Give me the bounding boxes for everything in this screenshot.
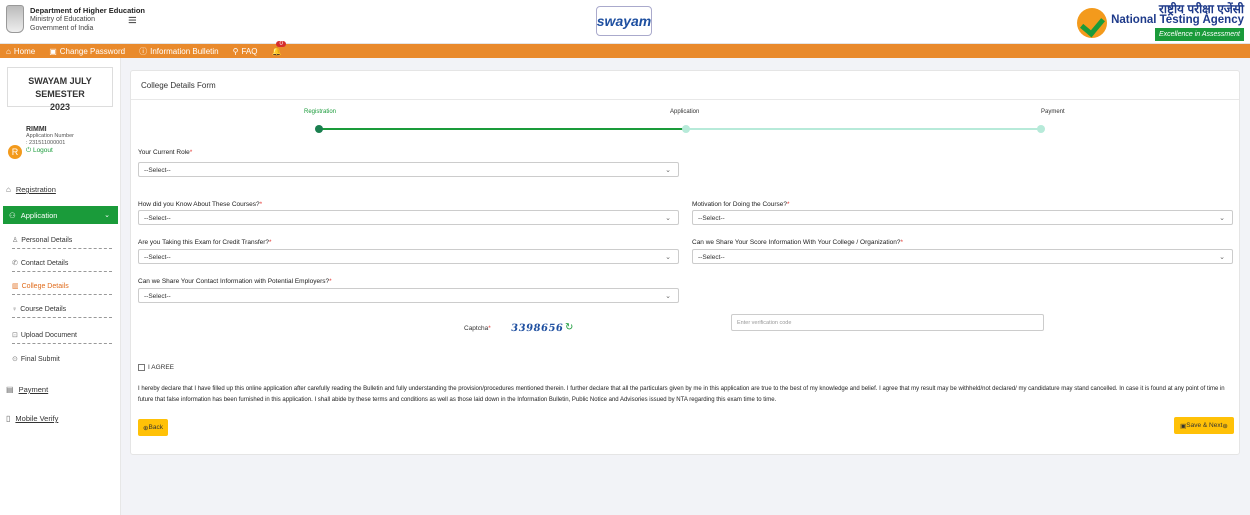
menu-toggle-icon[interactable]: ≡ (128, 12, 137, 29)
nta-english-name: National Testing Agency (1111, 14, 1244, 26)
sidebar-item-mobile-verify[interactable]: ▯ Mobile Verify (6, 414, 114, 423)
share-score-label: Can we Share Your Score Information With… (692, 239, 904, 246)
chevron-down-icon: ⌄ (665, 254, 671, 261)
nav-faq[interactable]: ⚲ FAQ (233, 47, 258, 56)
motivation-label: Motivation for Doing the Course?* (692, 201, 790, 208)
role-select[interactable]: --Select-- ⌄ (138, 162, 679, 177)
app-number-label: Application Number (26, 133, 74, 139)
chevron-down-icon: ⌄ (1219, 215, 1225, 222)
phone-icon: ✆ (12, 260, 18, 267)
step-dot-payment (1037, 125, 1045, 133)
person-icon: ♙ (12, 237, 19, 244)
sidebar-item-payment[interactable]: ▤ Payment (6, 385, 114, 394)
sidebar-sub-college[interactable]: ▥ College Details (12, 282, 112, 295)
share-contact-select[interactable]: --Select-- ⌄ (138, 288, 679, 303)
step-label-application: Application (670, 109, 700, 115)
notification-bell[interactable]: 🔔 0 (271, 40, 286, 56)
nta-check-icon (1077, 7, 1108, 38)
motivation-select[interactable]: --Select-- ⌄ (692, 210, 1233, 225)
semester-year: 2023 (49, 102, 71, 112)
credit-transfer-label: Are you Taking this Exam for Credit Tran… (138, 239, 272, 246)
captcha-input[interactable]: Enter verification code (731, 314, 1044, 331)
nav-information-bulletin[interactable]: ⓘ Information Bulletin (139, 46, 218, 57)
user-panel: R RIMMI Application Number : 23151100000… (8, 126, 74, 159)
app-number: : 231511000001 (26, 140, 66, 146)
semester-box: SWAYAM JULY SEMESTER 2023 (7, 67, 113, 112)
checkbox-box[interactable] (138, 364, 145, 371)
nav-home[interactable]: ⌂ Home (6, 47, 35, 56)
notification-count: 0 (276, 40, 286, 47)
faq-icon: ⚲ (232, 46, 239, 56)
chevron-down-icon: ⌄ (665, 167, 671, 174)
back-button[interactable]: ⊕ Back (138, 419, 168, 436)
nav-change-password[interactable]: ▣ Change Password (49, 47, 125, 56)
mobile-icon: ▯ (6, 414, 11, 423)
sidebar-sub-contact[interactable]: ✆ Contact Details (12, 259, 112, 272)
sidebar-sub-course[interactable]: ♀ Course Details (12, 306, 112, 318)
share-contact-label: Can we Share Your Contact Information wi… (138, 278, 332, 285)
bulb-icon: ♀ (12, 306, 18, 313)
swayam-logo: swayam (596, 6, 652, 36)
swayam-logo-text: swayam (596, 13, 652, 29)
college-details-card: College Details Form Registration Applic… (130, 70, 1240, 455)
declaration-text: I hereby declare that I have filled up t… (138, 386, 1225, 403)
info-icon: ⓘ (139, 46, 148, 56)
payment-icon: ▤ (6, 385, 14, 394)
building-icon: ▥ (12, 283, 19, 290)
lock-icon: ▣ (49, 46, 57, 56)
progress-fill (319, 128, 686, 130)
main-navbar: ⌂ Home ▣ Change Password ⓘ Information Bull… (0, 40, 1250, 58)
sidebar-sub-personal[interactable]: ♙ Personal Details (12, 236, 112, 249)
captcha-image: 3398656 (510, 323, 564, 334)
sidebar-sub-final-submit[interactable]: ⊙ Final Submit (12, 355, 112, 367)
nta-tagline: Excellence in Assessment (1154, 28, 1244, 41)
step-dot-registration (315, 125, 323, 133)
logout-link[interactable]: ⏻ Logout (26, 147, 74, 154)
home-icon: ⌂ (6, 185, 11, 194)
top-header: Department of Higher Education Ministry … (0, 0, 1250, 44)
national-emblem-icon (6, 5, 24, 33)
sidebar-sub-upload[interactable]: ⊡ Upload Document (12, 331, 112, 344)
chevron-down-icon: ⌄ (665, 215, 671, 222)
step-dot-application (682, 125, 690, 133)
sidebar: SWAYAM JULY SEMESTER 2023 R RIMMI Applic… (0, 58, 121, 515)
how-known-select[interactable]: --Select-- ⌄ (138, 210, 679, 225)
user-name: RIMMI (26, 126, 47, 133)
bell-icon: 🔔 (271, 46, 282, 56)
how-known-label: How did you Know About These Courses?* (138, 201, 263, 208)
sidebar-item-registration[interactable]: ⌂ Registration (6, 185, 114, 194)
user-add-icon: ⚇ (9, 210, 16, 220)
step-label-registration: Registration (304, 109, 337, 115)
save-next-button[interactable]: ▣ Save & Next ⊛ (1174, 417, 1234, 434)
chevron-down-icon: ⌄ (104, 212, 110, 219)
home-icon: ⌂ (6, 46, 11, 56)
captcha-label: Captcha* (464, 325, 491, 332)
chevron-down-icon: ⌄ (665, 293, 671, 300)
semester-title: SWAYAM JULY SEMESTER (28, 76, 92, 99)
share-score-select[interactable]: --Select-- ⌄ (692, 249, 1233, 264)
chevron-down-icon: ⌄ (1219, 254, 1225, 261)
role-label: Your Current Role* (138, 149, 193, 156)
sidebar-item-application[interactable]: ⚇ Application ⌄ (3, 206, 118, 224)
upload-icon: ⊡ (12, 332, 18, 339)
logout-icon: ⏻ (26, 147, 33, 154)
credit-transfer-select[interactable]: --Select-- ⌄ (138, 249, 679, 264)
dhe-logo: Department of Higher Education Ministry … (6, 5, 145, 33)
avatar: R (8, 145, 22, 159)
next-arrow-icon: ⊛ (1222, 422, 1228, 430)
step-label-payment: Payment (1041, 109, 1065, 115)
refresh-captcha-icon[interactable]: ↻ (565, 322, 573, 333)
nta-logo: राष्ट्रीय परीक्षा एजेंसी National Testin… (1077, 3, 1244, 41)
check-circle-icon: ⊙ (12, 356, 18, 363)
agree-checkbox[interactable]: I AGREE (138, 364, 174, 371)
page-title: College Details Form (131, 71, 1239, 100)
